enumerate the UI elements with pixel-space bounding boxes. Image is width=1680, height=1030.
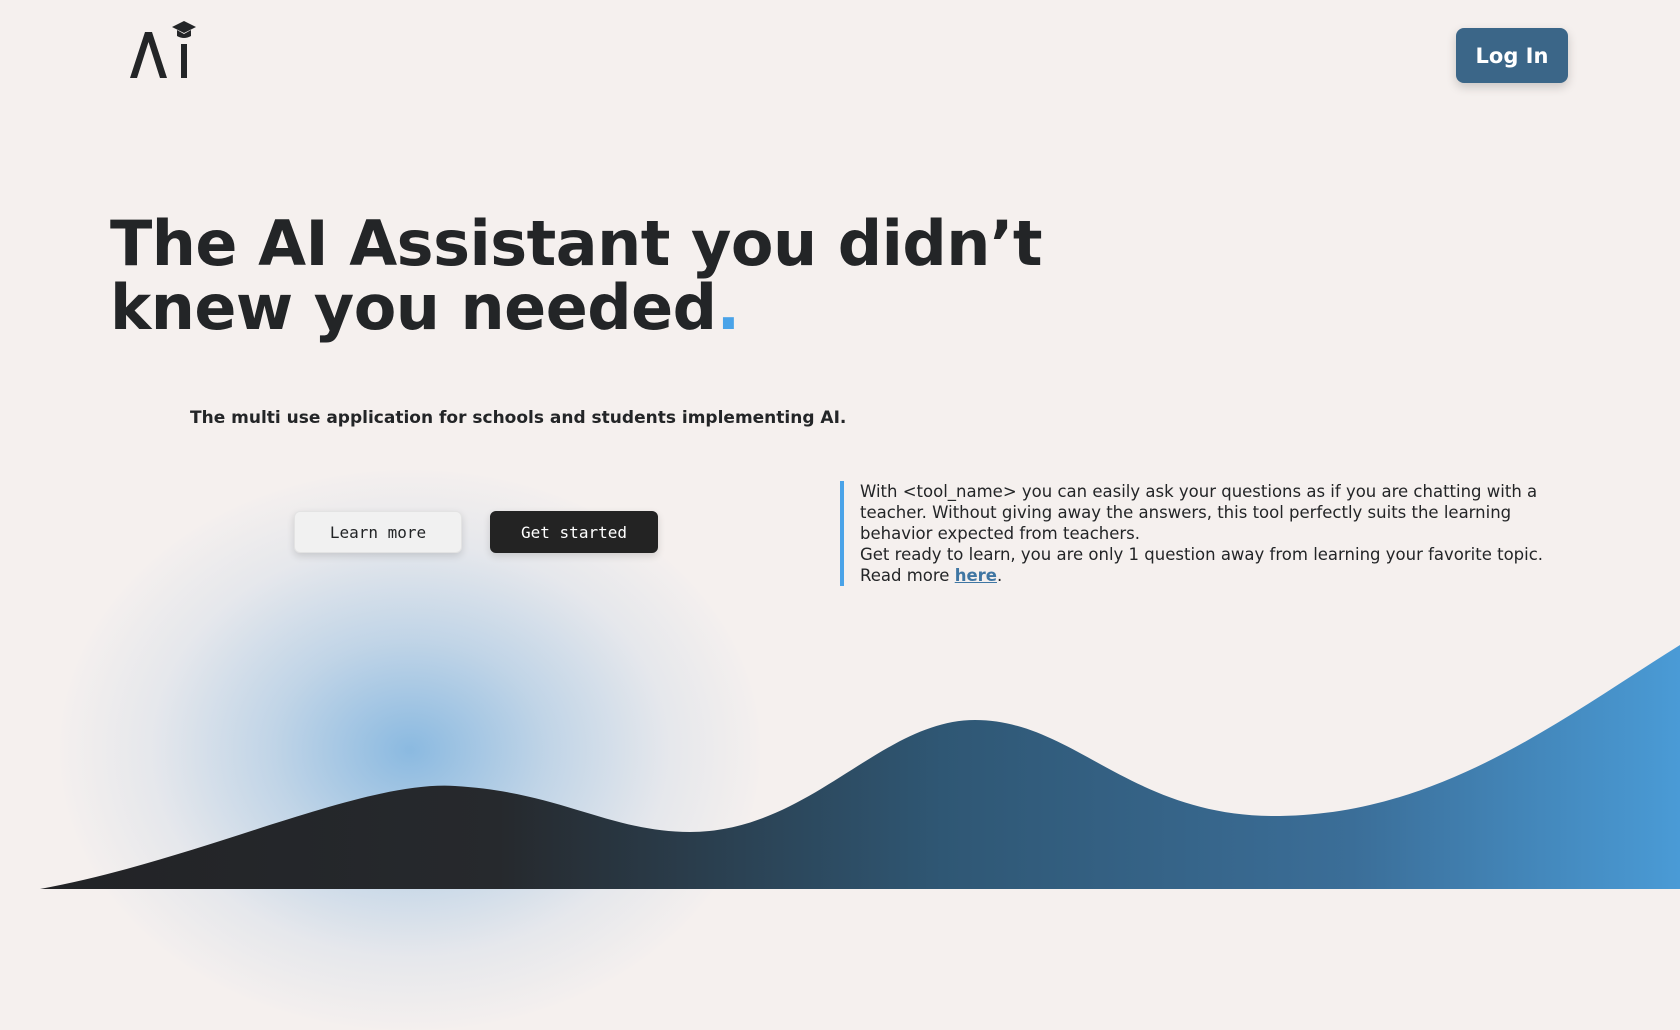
learn-more-button[interactable]: Learn more: [294, 511, 462, 553]
info-paragraph-1: With <tool_name> you can easily ask your…: [860, 482, 1538, 543]
ai-logo-icon: [130, 21, 196, 78]
read-more-suffix: .: [996, 566, 1003, 585]
login-button[interactable]: Log In: [1456, 28, 1568, 83]
info-paragraph-2: Get ready to learn, you are only 1 quest…: [860, 545, 1544, 564]
headline-accent-dot: .: [716, 271, 741, 344]
headline-line-2: knew you needed: [110, 271, 717, 344]
read-more-prefix: Read more: [860, 566, 955, 585]
decorative-wave: [40, 645, 1680, 889]
read-more-link[interactable]: here: [955, 566, 997, 585]
read-more-line: Read more here.: [860, 565, 1570, 586]
headline-line-1: The AI Assistant you didn’t: [110, 207, 1043, 280]
subtitle: The multi use application for schools an…: [190, 408, 847, 428]
logo[interactable]: [128, 18, 200, 82]
info-quote-block: With <tool_name> you can easily ask your…: [840, 481, 1570, 586]
get-started-button[interactable]: Get started: [490, 511, 658, 553]
headline: The AI Assistant you didn’t knew you nee…: [110, 212, 1043, 340]
